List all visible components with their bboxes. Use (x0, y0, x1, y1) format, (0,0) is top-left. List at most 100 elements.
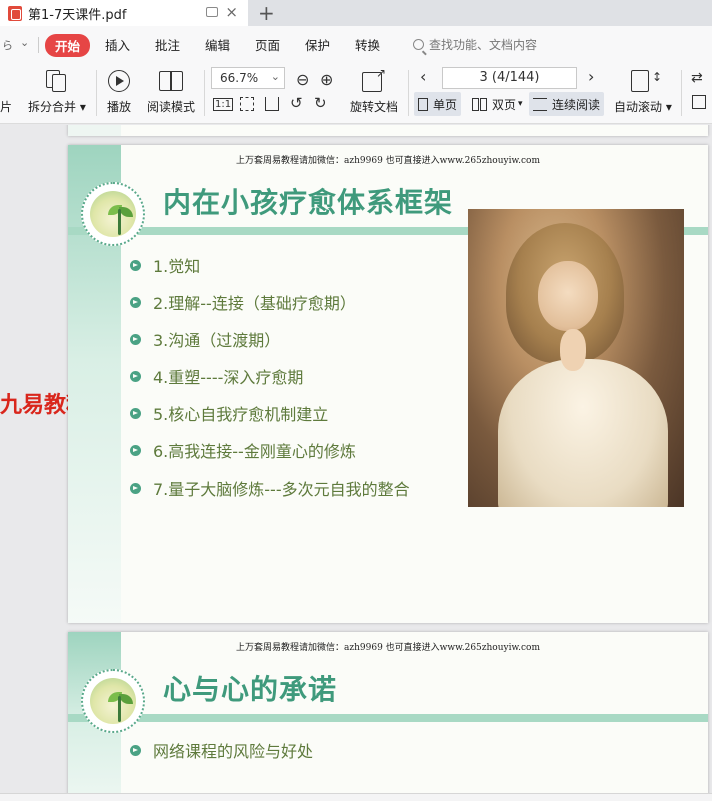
continuous-read-button[interactable]: 连续阅读 (529, 92, 605, 116)
double-page-icon-right (480, 97, 487, 111)
single-page-label: 单页 (433, 97, 458, 112)
actual-size-icon[interactable]: 1:1 (213, 98, 234, 111)
split-merge-label: 拆分合并 (28, 100, 77, 114)
previous-page-bottom (68, 125, 708, 136)
zoom-select[interactable]: 66.7% ⌄ (211, 67, 285, 89)
read-mode-button[interactable]: 阅读模式 (147, 98, 195, 115)
rotate-left-icon[interactable]: ↺ (290, 94, 303, 112)
document-viewport[interactable]: 九易教程 上万套周易教程请加微信：azh9969 也可直接进入www.265zh… (0, 125, 712, 793)
bullet-item: 2.理解--连接（基础疗愈期） (130, 290, 356, 314)
page-header-watermark: 上万套周易教程请加微信：azh9969 也可直接进入www.265zhouyiw… (236, 156, 540, 166)
arrow-bullet-icon (130, 370, 141, 382)
rotate-right-icon[interactable]: ↻ (314, 94, 327, 112)
window-icon[interactable] (206, 7, 218, 17)
bullet-item: 网络课程的风险与好处 (130, 738, 313, 762)
chevron-down-icon: ▾ (518, 99, 523, 109)
arrow-bullet-icon (130, 744, 141, 756)
arrow-bullet-icon (130, 259, 141, 271)
leading-tool-label[interactable]: 片 (0, 98, 12, 115)
menu-page[interactable]: 页面 (255, 35, 280, 54)
bullet-text: 6.高我连接--金刚童心的修炼 (153, 442, 356, 461)
page-left-bar (68, 125, 121, 136)
menu-divider (38, 37, 39, 53)
photo-face (538, 261, 598, 331)
slide-title: 内在小孩疗愈体系框架 (163, 186, 454, 219)
auto-scroll-label: 自动滚动 (614, 100, 663, 114)
menu-insert[interactable]: 插入 (105, 35, 130, 54)
menu-annotate[interactable]: 批注 (155, 35, 180, 54)
auto-scroll-icon (631, 70, 649, 92)
status-bar (0, 793, 712, 801)
toolbar-divider (408, 70, 409, 116)
bullet-item: 1.觉知 (130, 253, 200, 277)
pdf-file-icon (8, 5, 22, 21)
next-page-icon[interactable]: › (588, 67, 594, 86)
continuous-read-label: 连续阅读 (552, 97, 601, 112)
menu-protect[interactable]: 保护 (305, 35, 330, 54)
chevron-down-icon[interactable]: ⌄ (20, 36, 29, 49)
search-box[interactable]: 查找功能、文档内容 (413, 36, 537, 53)
page-header-watermark: 上万套周易教程请加微信：azh9969 也可直接进入www.265zhouyiw… (236, 643, 540, 653)
bullet-text: 网络课程的风险与好处 (153, 742, 314, 761)
more-tool-icon[interactable] (692, 95, 706, 109)
pdf-reader-app: 第1-7天课件.pdf × + ら ⌄ 开始 插入 批注 编辑 页面 保护 转换… (0, 0, 712, 801)
toolbar: 片 拆分合并 ▾ 播放 阅读模式 ⊖ ⊕ 1:1 ↺ ↻ ↗ 旋转文档 ‹ › … (0, 64, 712, 124)
leaf-icon (119, 694, 133, 704)
split-merge-icon-back (52, 74, 66, 92)
menu-bar: ら ⌄ 开始 插入 批注 编辑 页面 保护 转换 查找功能、文档内容 (0, 26, 712, 64)
bullet-item: 6.高我连接--金刚童心的修炼 (130, 438, 356, 462)
rotate-arrow-icon: ↗ (376, 66, 387, 80)
menu-start[interactable]: 开始 (45, 34, 91, 57)
seedling-logo (81, 182, 145, 246)
bullet-item: 4.重塑----深入疗愈期 (130, 364, 303, 388)
seedling-logo-circle (90, 678, 136, 724)
close-tab-icon[interactable]: × (225, 3, 238, 21)
seedling-logo (81, 669, 145, 733)
arrow-bullet-icon (130, 444, 141, 456)
single-page-button[interactable]: 单页 (414, 92, 462, 116)
photo-hands (560, 329, 586, 371)
chevron-down-icon: ⌄ (270, 70, 280, 83)
scroll-arrows-icon: ↕ (652, 70, 663, 84)
search-icon (413, 39, 424, 50)
split-merge-button[interactable]: 拆分合并 ▾ (28, 98, 86, 115)
fit-page-icon[interactable] (240, 97, 254, 111)
new-tab-button[interactable]: + (258, 1, 275, 25)
toolbar-divider (681, 70, 682, 116)
stem-icon (118, 696, 121, 722)
page-number-input[interactable]: 3 (4/144) (442, 67, 577, 89)
book-spine-icon (170, 71, 172, 91)
auto-scroll-button[interactable]: 自动滚动 ▾ (614, 98, 672, 115)
convert-tool-icon[interactable]: ⇄ (691, 70, 703, 86)
seedling-logo-circle (90, 191, 136, 237)
arrow-bullet-icon (130, 482, 141, 494)
pdf-page-slide-framework: 上万套周易教程请加微信：azh9969 也可直接进入www.265zhouyiw… (68, 145, 708, 623)
menu-overflow-icon[interactable]: ら (2, 37, 13, 53)
menu-edit[interactable]: 编辑 (205, 35, 230, 54)
bullet-item: 5.核心自我疗愈机制建立 (130, 401, 328, 425)
bullet-item: 7.量子大脑修炼---多次元自我的整合 (130, 476, 410, 500)
double-page-label: 双页 (492, 97, 517, 112)
document-tab[interactable]: 第1-7天课件.pdf × (0, 0, 248, 26)
bullet-text: 4.重塑----深入疗愈期 (153, 368, 304, 387)
play-button[interactable]: 播放 (107, 98, 131, 115)
zoom-value: 66.7% (220, 71, 259, 85)
bullet-item: 3.沟通（过渡期） (130, 327, 280, 351)
arrow-bullet-icon (130, 407, 141, 419)
double-page-button[interactable]: 双页 ▾ (468, 92, 527, 116)
search-placeholder: 查找功能、文档内容 (429, 38, 538, 52)
bullet-text: 2.理解--连接（基础疗愈期） (153, 294, 356, 313)
continuous-read-icon (533, 97, 547, 111)
fit-width-icon[interactable] (265, 97, 279, 111)
previous-page-icon[interactable]: ‹ (420, 67, 426, 86)
pdf-page-slide-promise: 上万套周易教程请加微信：azh9969 也可直接进入www.265zhouyiw… (68, 632, 708, 793)
zoom-out-icon[interactable]: ⊖ (296, 70, 309, 89)
tab-bar: 第1-7天课件.pdf × + (0, 0, 712, 26)
photo-dress (498, 359, 668, 507)
menu-convert[interactable]: 转换 (355, 35, 380, 54)
bullet-text: 7.量子大脑修炼---多次元自我的整合 (153, 480, 410, 499)
rotate-document-button[interactable]: 旋转文档 (350, 98, 398, 115)
leaf-icon (119, 207, 133, 217)
zoom-in-icon[interactable]: ⊕ (320, 70, 333, 89)
document-tab-title: 第1-7天课件.pdf (28, 7, 127, 23)
